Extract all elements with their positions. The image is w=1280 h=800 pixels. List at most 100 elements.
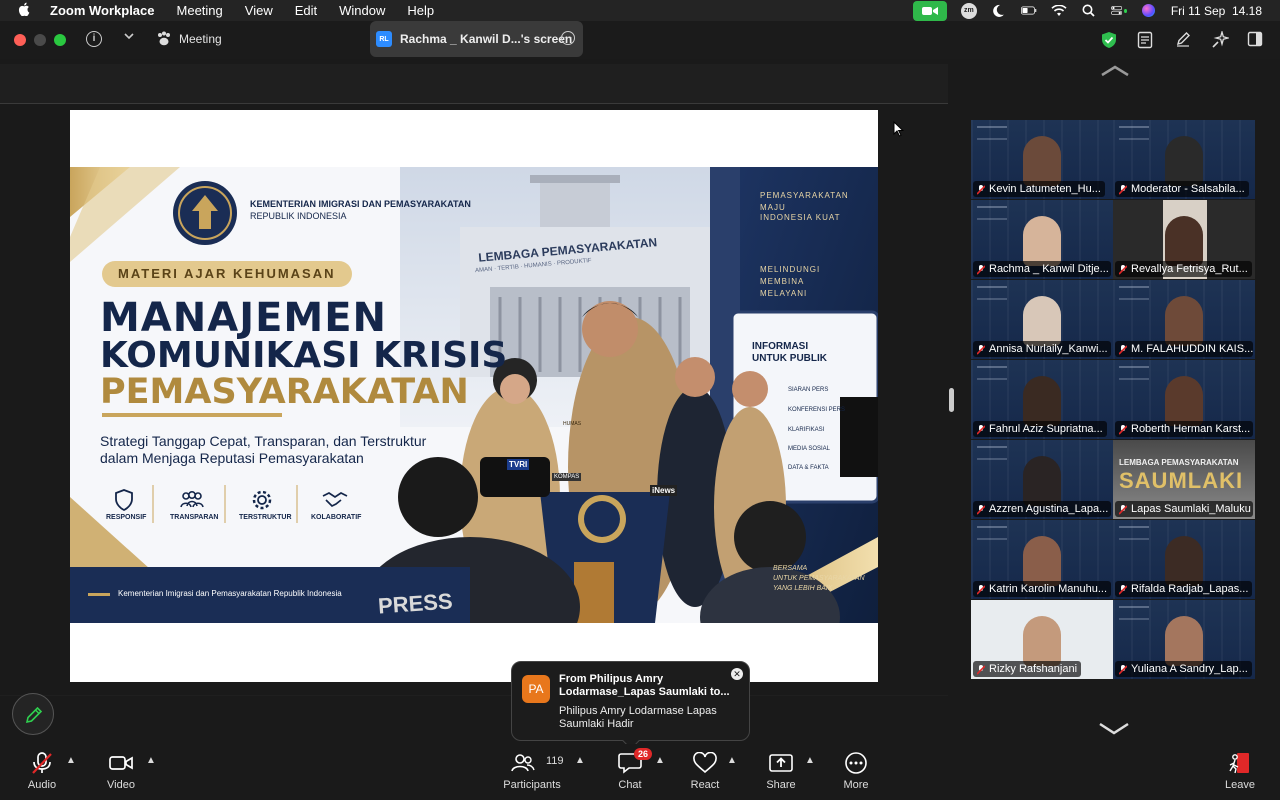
muted-mic-icon <box>1118 264 1128 275</box>
video-button[interactable]: Video <box>86 744 156 800</box>
minimize-window-button[interactable] <box>34 34 46 46</box>
zoom-status-icon[interactable]: zm <box>960 2 977 19</box>
participant-name: Azzren Agustina_Lapa... <box>973 501 1111 517</box>
participant-tile[interactable]: Roberth Herman Karst... <box>1113 360 1255 439</box>
muted-mic-icon <box>976 424 986 435</box>
banner-bottom-line1: BERSAMA <box>773 565 808 572</box>
ai-companion-icon[interactable] <box>1211 29 1231 49</box>
participant-name: Kevin Latumeten_Hu... <box>973 181 1105 197</box>
close-window-button[interactable] <box>14 34 26 46</box>
chat-button[interactable]: 26 Chat <box>595 744 665 800</box>
more-button[interactable]: More <box>821 744 891 800</box>
leave-door-icon <box>1227 752 1253 774</box>
banner-mid-line1: MELINDUNGI <box>760 265 821 274</box>
info-title-line1: INFORMASI <box>752 341 809 352</box>
participant-tile[interactable]: Rifalda Radjab_Lapas... <box>1113 520 1255 599</box>
participant-tile[interactable]: Katrin Karolin Manuhu... <box>971 520 1113 599</box>
whiteboard-pen-icon[interactable] <box>1175 31 1193 49</box>
meeting-label[interactable]: Meeting <box>179 32 222 46</box>
saumlaki-sign-line2: SAUMLAKI <box>1119 468 1244 493</box>
participant-name: Roberth Herman Karst... <box>1115 421 1253 437</box>
more-options-icon[interactable]: ··· <box>561 31 575 45</box>
chat-label: Chat <box>618 779 642 791</box>
gallery-scroll-up-icon[interactable] <box>1100 64 1130 82</box>
participant-video <box>1023 616 1061 666</box>
participant-tile[interactable]: Azzren Agustina_Lapa... <box>971 440 1113 519</box>
muted-mic-icon <box>1118 424 1128 435</box>
annotate-button[interactable] <box>12 693 54 735</box>
control-center-icon[interactable] <box>1110 4 1127 18</box>
menu-edit[interactable]: Edit <box>295 3 317 18</box>
chevron-down-icon[interactable] <box>124 31 134 43</box>
audio-button[interactable]: Audio <box>7 744 77 800</box>
share-screen-icon <box>768 752 794 774</box>
wifi-icon[interactable] <box>1051 4 1067 18</box>
participants-options-caret[interactable]: ▲ <box>575 755 585 766</box>
slide-subtitle-line1: Strategi Tanggap Cepat, Transparan, dan … <box>100 433 427 449</box>
react-button[interactable]: React <box>670 744 740 800</box>
video-options-caret[interactable]: ▲ <box>146 755 156 766</box>
battery-icon[interactable] <box>1020 4 1037 18</box>
chat-notification[interactable]: PA From Philipus Amry Lodarmase_Lapas Sa… <box>511 661 750 750</box>
ministry-country: REPUBLIK INDONESIA <box>250 211 347 221</box>
focus-moon-icon[interactable] <box>991 4 1007 18</box>
participant-name: Rachma _ Kanwil Ditje... <box>973 261 1111 277</box>
participants-button[interactable]: 119 Participants <box>497 744 567 800</box>
gallery-scroll-down-icon[interactable] <box>1098 722 1130 741</box>
participant-gallery: Kevin Latumeten_Hu... Moderator - Salsabi… <box>971 120 1256 680</box>
participant-tile[interactable]: Fahrul Aziz Supriatna... <box>971 360 1113 439</box>
view-layout-icon[interactable] <box>1247 31 1265 49</box>
muted-mic-icon <box>976 264 986 275</box>
audio-options-caret[interactable]: ▲ <box>66 755 76 766</box>
people-group-icon <box>180 490 204 515</box>
participant-tile[interactable]: Revallya Fetrisya_Rut... <box>1113 200 1255 279</box>
meeting-paw-icon[interactable] <box>156 31 172 51</box>
participant-tile[interactable]: LEMBAGA PEMASYARAKATAN SAUMLAKI Lapas Saum… <box>1113 440 1255 519</box>
leave-label: Leave <box>1225 779 1255 791</box>
participant-tile[interactable]: M. FALAHUDDIN KAIS... <box>1113 280 1255 359</box>
splitter-handle[interactable] <box>949 388 954 412</box>
press-jacket-text: PRESS <box>377 588 454 619</box>
more-label: More <box>843 779 869 791</box>
participant-video <box>1023 136 1061 186</box>
participant-video <box>1165 376 1203 426</box>
participant-tile[interactable]: Yuliana A Sandry_Lap... <box>1113 600 1255 679</box>
security-shield-icon[interactable] <box>1101 31 1119 49</box>
participant-tile[interactable]: Annisa Nurlaily_Kanwi... <box>971 280 1113 359</box>
meeting-info-icon[interactable]: i <box>86 31 102 47</box>
participant-video <box>1165 136 1203 186</box>
share-options-caret[interactable]: ▲ <box>805 755 815 766</box>
fullscreen-window-button[interactable] <box>54 34 66 46</box>
menu-app-name[interactable]: Zoom Workplace <box>50 3 155 18</box>
camera-in-use-icon[interactable] <box>912 0 947 21</box>
menu-meeting[interactable]: Meeting <box>177 3 223 18</box>
apple-menu-icon[interactable] <box>18 2 30 19</box>
share-button[interactable]: Share <box>746 744 816 800</box>
notes-icon[interactable] <box>1137 31 1155 49</box>
menu-window[interactable]: Window <box>339 3 385 18</box>
video-camera-icon <box>108 752 134 774</box>
participant-tile[interactable]: Moderator - Salsabila... <box>1113 120 1255 199</box>
info-item-siaran: SIARAN PERS <box>788 387 829 393</box>
banner-top-line1: PEMASYARAKATAN <box>760 191 849 200</box>
menubar-clock[interactable]: Fri 11 Sep 14.18 <box>1171 4 1262 18</box>
muted-mic-icon <box>1118 584 1128 595</box>
close-icon[interactable]: ✕ <box>731 668 743 680</box>
participant-name: Lapas Saumlaki_Maluku <box>1115 501 1253 517</box>
participant-tile[interactable]: Rachma _ Kanwil Ditje... <box>971 200 1113 279</box>
participant-face <box>1165 216 1203 266</box>
menu-help[interactable]: Help <box>407 3 434 18</box>
muted-mic-icon <box>976 584 986 595</box>
siri-icon[interactable] <box>1141 4 1157 18</box>
participant-tile[interactable]: Kevin Latumeten_Hu... <box>971 120 1113 199</box>
leave-button[interactable]: Leave <box>1205 744 1275 800</box>
meeting-toolbar: Audio ▲ Video ▲ 119 Participants ▲ 26 Ch… <box>0 744 1280 800</box>
chat-options-caret[interactable]: ▲ <box>655 755 665 766</box>
muted-mic-icon <box>1118 504 1128 515</box>
react-options-caret[interactable]: ▲ <box>727 755 737 766</box>
screen-share-indicator[interactable]: RL Rachma _ Kanwil D...'s screen ··· <box>370 21 583 57</box>
menu-view[interactable]: View <box>245 3 273 18</box>
participant-name: Moderator - Salsabila... <box>1115 181 1249 197</box>
participant-tile[interactable]: Rizky Rafshanjani <box>971 600 1113 679</box>
spotlight-search-icon[interactable] <box>1081 4 1097 18</box>
